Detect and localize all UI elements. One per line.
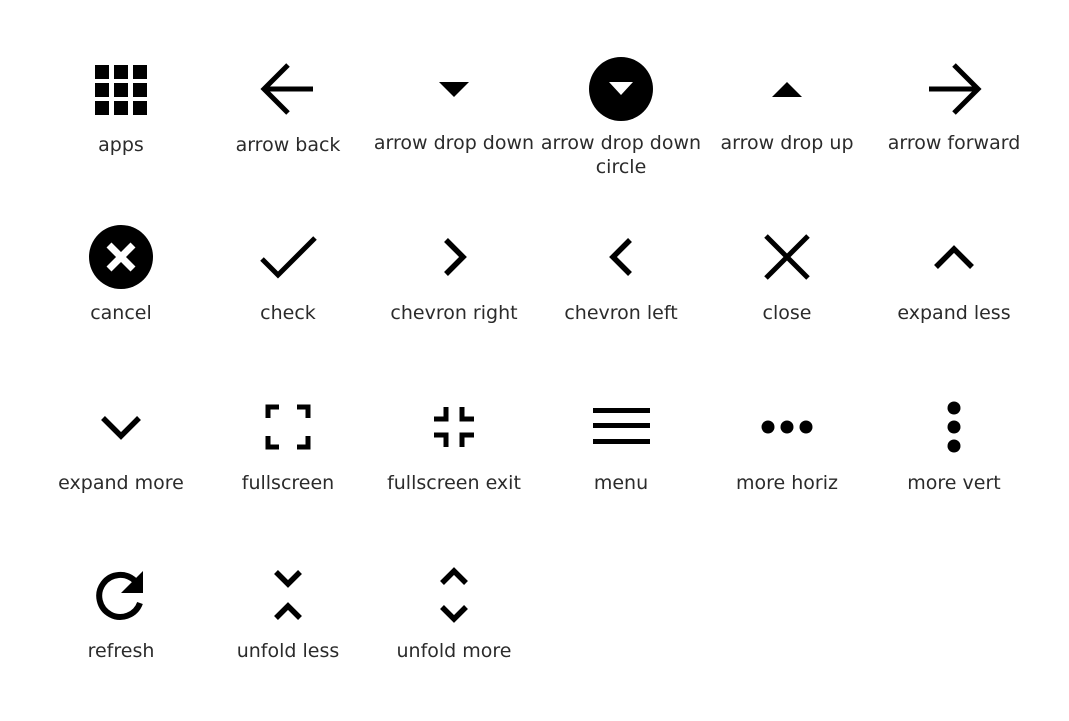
icon-label: fullscreen — [241, 472, 335, 494]
icon-tile-chevron-right: chevron right — [371, 221, 537, 381]
icon-label: refresh — [87, 640, 155, 662]
icon-tile-unfold-less: unfold less — [205, 559, 371, 719]
icon-label: close — [762, 302, 812, 324]
fullscreen-icon — [252, 391, 324, 463]
icon-tile-arrow-drop-down: arrow drop down — [371, 53, 537, 213]
icon-grid: apps arrow back arrow drop down arrow dr… — [38, 0, 1038, 721]
icon-label: arrow forward — [887, 132, 1021, 154]
icon-tile-expand-more: expand more — [38, 391, 204, 551]
icon-tile-expand-less: expand less — [871, 221, 1037, 381]
icon-tile-fullscreen: fullscreen — [205, 391, 371, 551]
icon-label: expand more — [58, 472, 184, 494]
icon-tile-refresh: refresh — [38, 559, 204, 719]
icon-label: cancel — [90, 302, 152, 324]
icon-label: more horiz — [736, 472, 838, 494]
chevron-right-icon — [418, 221, 490, 293]
check-icon — [252, 221, 324, 293]
icon-tile-arrow-drop-down-circle: arrow drop down circle — [538, 53, 704, 213]
icon-tile-cancel: cancel — [38, 221, 204, 381]
icon-label: arrow drop down circle — [540, 132, 702, 178]
menu-icon — [585, 391, 657, 463]
expand-less-icon — [918, 221, 990, 293]
icon-tile-fullscreen-exit: fullscreen exit — [371, 391, 537, 551]
apps-icon — [85, 53, 157, 125]
icon-label: unfold more — [396, 640, 512, 662]
icon-tile-arrow-back: arrow back — [205, 53, 371, 213]
icon-label: more vert — [907, 472, 1001, 494]
icon-tile-close: close — [704, 221, 870, 381]
chevron-left-icon — [585, 221, 657, 293]
more-vert-icon — [918, 391, 990, 463]
fullscreen-exit-icon — [418, 391, 490, 463]
icon-label: arrow back — [235, 134, 341, 156]
icon-tile-chevron-left: chevron left — [538, 221, 704, 381]
icon-label: apps — [98, 134, 144, 156]
icon-tile-arrow-forward: arrow forward — [871, 53, 1037, 213]
icon-tile-arrow-drop-up: arrow drop up — [704, 53, 870, 213]
icon-label: chevron right — [390, 302, 518, 324]
icon-label: fullscreen exit — [387, 472, 521, 494]
arrow-forward-icon — [918, 53, 990, 125]
icon-label: chevron left — [564, 302, 678, 324]
icon-tile-more-vert: more vert — [871, 391, 1037, 551]
icon-label: unfold less — [236, 640, 340, 662]
icon-label: expand less — [897, 302, 1011, 324]
icon-tile-more-horiz: more horiz — [704, 391, 870, 551]
unfold-more-icon — [418, 559, 490, 631]
icon-tile-apps: apps — [38, 53, 204, 213]
arrow-drop-down-icon — [418, 53, 490, 125]
close-icon — [751, 221, 823, 293]
expand-more-icon — [85, 391, 157, 463]
icon-tile-check: check — [205, 221, 371, 381]
unfold-less-icon — [252, 559, 324, 631]
refresh-icon — [85, 559, 157, 631]
icon-label: arrow drop up — [720, 132, 854, 154]
icon-label: arrow drop down — [373, 132, 535, 154]
icon-label: check — [260, 302, 316, 324]
arrow-drop-up-icon — [751, 53, 823, 125]
icon-label: menu — [593, 472, 649, 494]
cancel-icon — [85, 221, 157, 293]
icon-tile-unfold-more: unfold more — [371, 559, 537, 719]
arrow-back-icon — [252, 53, 324, 125]
icon-tile-menu: menu — [538, 391, 704, 551]
more-horiz-icon — [751, 391, 823, 463]
arrow-drop-down-circle-icon — [585, 53, 657, 125]
